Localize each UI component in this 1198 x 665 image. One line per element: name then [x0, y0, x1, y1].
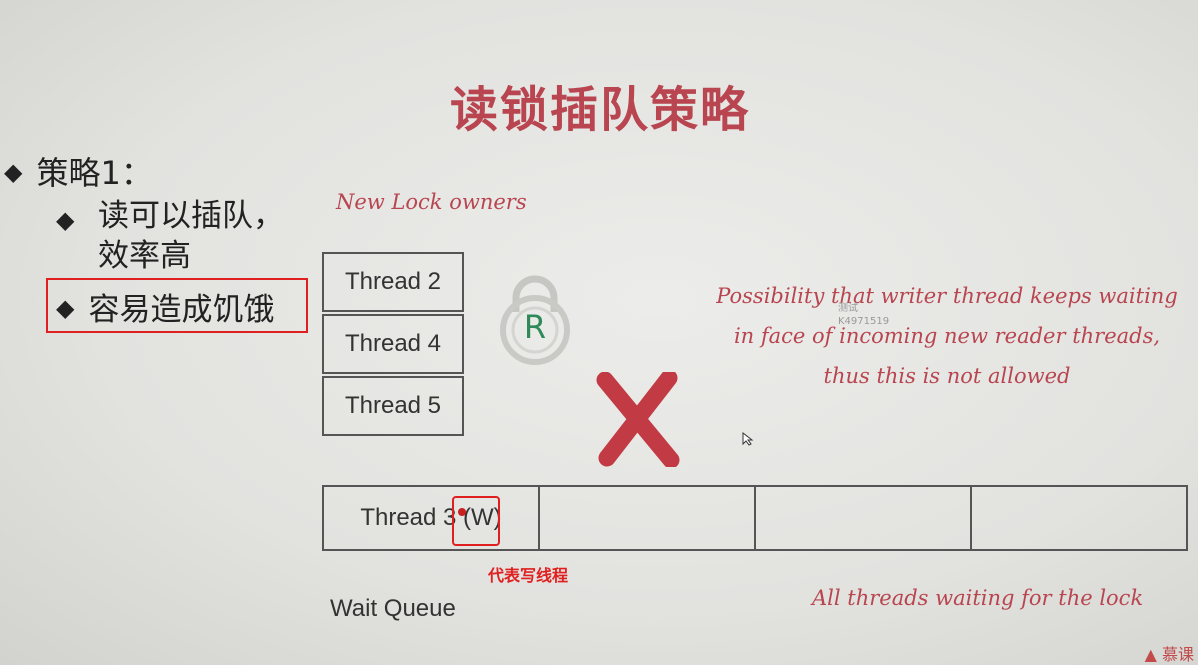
new-lock-owners-label: New Lock owners: [336, 190, 527, 214]
mouse-cursor-icon: [742, 432, 754, 446]
slide-title: 读锁插队策略: [449, 82, 750, 138]
watermark-line: K4971519: [838, 316, 890, 327]
queue-cell: [756, 487, 972, 549]
bullet-read-can-cut-in: ◆ 读可以插队，效率高: [56, 196, 298, 276]
owner-thread-cell: Thread 2: [322, 252, 464, 312]
bullet-strategy-1-text: 策略1：: [36, 154, 153, 192]
diamond-bullet-icon: ◆: [4, 158, 23, 186]
bullet-read-can-cut-in-text: 读可以插队，效率高: [98, 198, 284, 274]
queue-cell: [972, 487, 1186, 549]
writer-highlight-box: [452, 496, 500, 546]
starvation-highlight-box: [46, 278, 308, 333]
not-allowed-x-icon: [596, 372, 680, 467]
watermark: 测试 K4971519: [838, 302, 889, 328]
read-lock-icon: R: [500, 275, 570, 365]
writer-starvation-note: Possibility that writer thread keeps wai…: [716, 284, 1178, 388]
wait-queue-label: Wait Queue: [330, 595, 456, 622]
corner-logo: ▲ 慕课: [1144, 645, 1194, 664]
writer-thread-annotation: 代表写线程: [488, 566, 569, 585]
queue-cell-writer: Thread 3 (W): [324, 487, 540, 549]
all-threads-label: All threads waiting for the lock: [812, 586, 1144, 610]
queue-cell: [540, 487, 756, 549]
laser-pointer-dot: [458, 508, 466, 516]
owner-thread-cell: Thread 4: [322, 314, 464, 374]
diamond-bullet-icon: ◆: [56, 206, 75, 234]
owner-thread-cell: Thread 5: [322, 376, 464, 436]
lock-letter: R: [524, 308, 546, 346]
lock-owners-stack: Thread 2 Thread 4 Thread 5: [322, 252, 464, 438]
bullet-strategy-1: ◆ 策略1：: [4, 148, 153, 194]
watermark-line: 测试: [838, 303, 858, 314]
